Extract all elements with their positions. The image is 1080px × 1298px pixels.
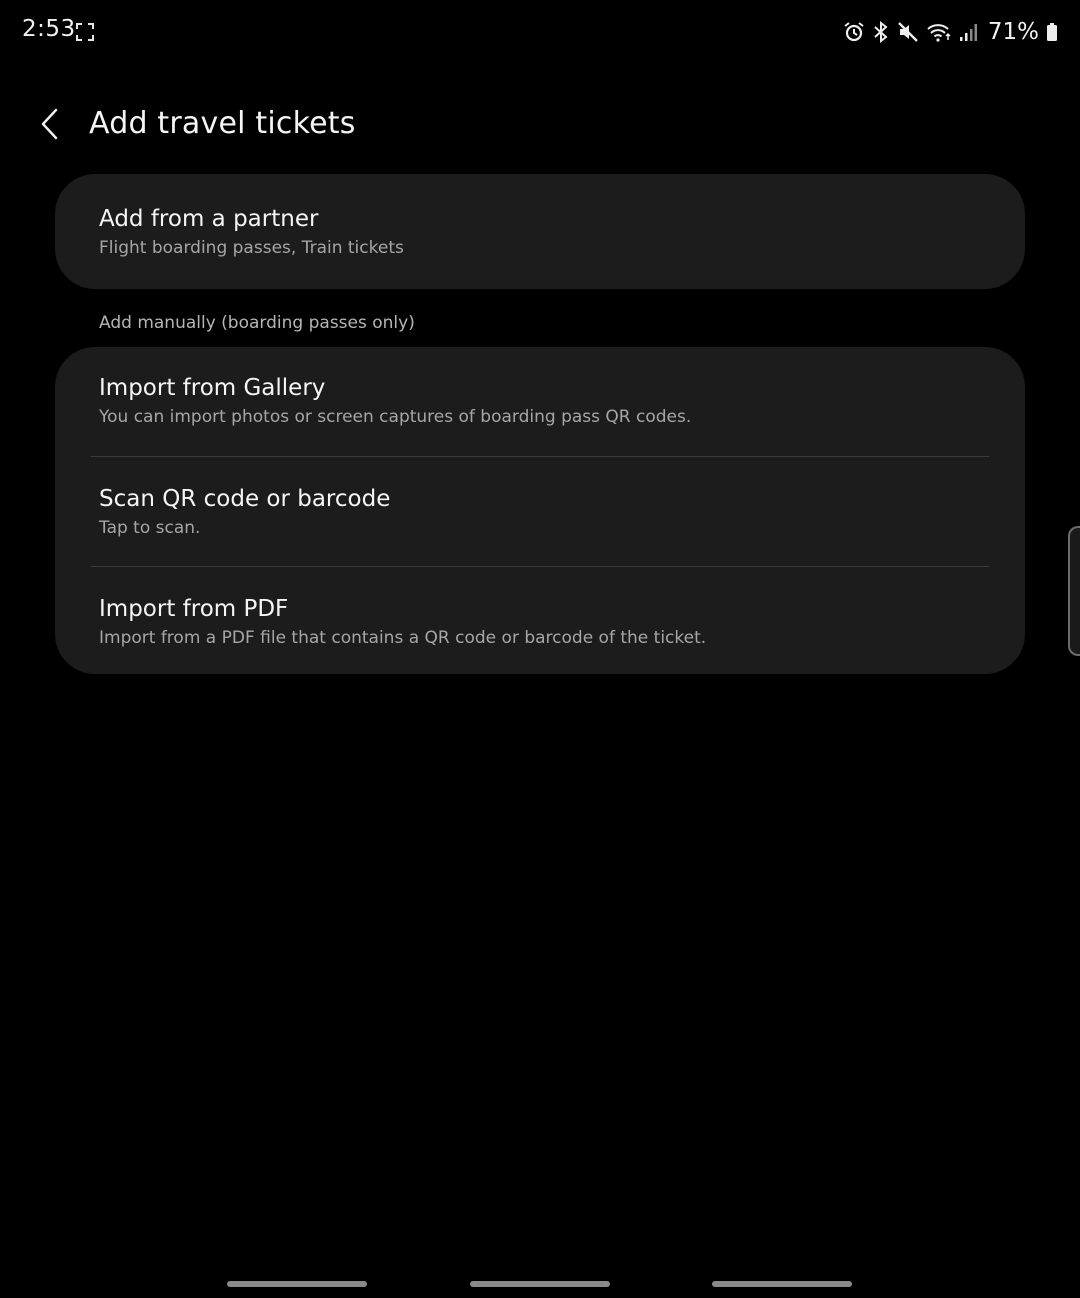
screenshot-icon <box>76 23 94 41</box>
edge-panel-handle[interactable] <box>1068 526 1080 656</box>
wifi-icon <box>926 21 952 43</box>
import-from-gallery-item[interactable]: Import from Gallery You can import photo… <box>55 347 1025 456</box>
import-from-pdf-item[interactable]: Import from PDF Import from a PDF file t… <box>55 567 1025 676</box>
app-header: Add travel tickets <box>0 96 1080 156</box>
status-icons: 71% <box>843 14 1058 50</box>
alarm-icon <box>843 21 865 43</box>
screen: 2:53 71% Add travel tickets Add from a p… <box>0 0 1080 1298</box>
nav-gesture-bar-right[interactable] <box>712 1281 852 1287</box>
battery-percent: 71% <box>987 19 1039 45</box>
scan-qr-code-item[interactable]: Scan QR code or barcode Tap to scan. <box>55 457 1025 566</box>
back-button[interactable] <box>28 100 72 152</box>
manual-options-card: Import from Gallery You can import photo… <box>55 347 1025 674</box>
nav-gesture-bar-left[interactable] <box>227 1281 367 1287</box>
scan-qr-code-title: Scan QR code or barcode <box>99 486 391 512</box>
bluetooth-icon <box>872 21 890 43</box>
import-from-gallery-title: Import from Gallery <box>99 375 326 401</box>
scan-qr-code-subtitle: Tap to scan. <box>99 518 201 538</box>
partner-card: Add from a partner Flight boarding passe… <box>55 174 1025 289</box>
import-from-pdf-title: Import from PDF <box>99 596 289 622</box>
add-from-partner-subtitle: Flight boarding passes, Train tickets <box>99 238 404 258</box>
import-from-gallery-subtitle: You can import photos or screen captures… <box>99 407 692 427</box>
mute-icon <box>897 21 919 43</box>
add-from-partner-title: Add from a partner <box>99 206 319 232</box>
battery-icon <box>1046 21 1058 43</box>
status-time: 2:53 <box>22 16 76 42</box>
chevron-left-icon <box>40 107 60 145</box>
import-from-pdf-subtitle: Import from a PDF file that contains a Q… <box>99 628 707 648</box>
manual-section-label: Add manually (boarding passes only) <box>99 313 415 333</box>
nav-gesture-bar-center[interactable] <box>470 1281 610 1287</box>
status-bar: 2:53 71% <box>0 0 1080 64</box>
add-from-partner-item[interactable]: Add from a partner Flight boarding passe… <box>55 174 1025 289</box>
signal-icon <box>959 21 977 43</box>
page-title: Add travel tickets <box>89 106 356 141</box>
